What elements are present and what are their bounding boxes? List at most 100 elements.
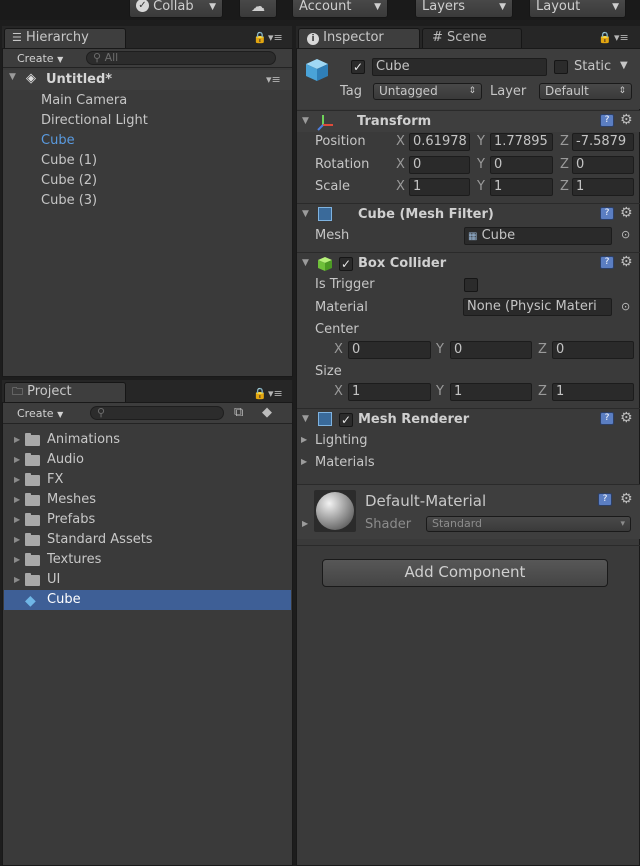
- project-asset-cube[interactable]: ◆ Cube: [4, 590, 291, 610]
- project-folder-standard-assets[interactable]: ▶ Standard Assets: [4, 530, 291, 550]
- gear-icon[interactable]: ⚙: [620, 411, 633, 425]
- rotation-y-field[interactable]: 0: [490, 156, 553, 174]
- tab-inspector[interactable]: i Inspector: [298, 28, 420, 48]
- project-folder-meshes[interactable]: ▶ Meshes: [4, 490, 291, 510]
- account-button[interactable]: Account ▼: [292, 0, 388, 18]
- static-checkbox[interactable]: [554, 60, 568, 74]
- is-trigger-checkbox[interactable]: [464, 278, 478, 292]
- layer-dropdown[interactable]: Default ⇕: [539, 83, 632, 100]
- panel-menu-icon[interactable]: ▾≡: [614, 31, 629, 44]
- object-picker-icon[interactable]: ⊙: [621, 300, 630, 313]
- gear-icon[interactable]: ⚙: [620, 113, 633, 127]
- physic-material-field[interactable]: None (Physic Materi: [463, 298, 612, 316]
- hierarchy-item-cube-2[interactable]: Cube (2): [41, 173, 97, 189]
- rotation-z-field[interactable]: 0: [572, 156, 634, 174]
- center-z-field[interactable]: 0: [552, 341, 634, 359]
- hierarchy-create-button[interactable]: Create ▼: [17, 51, 63, 67]
- mesh-filter-header[interactable]: ▼ Cube (Mesh Filter) ? ⚙: [297, 203, 640, 225]
- active-checkbox[interactable]: ✓: [351, 60, 365, 74]
- lock-icon[interactable]: 🔒: [598, 31, 612, 44]
- static-dropdown-icon[interactable]: ▼: [620, 60, 628, 71]
- mesh-field[interactable]: ▦ Cube: [464, 227, 612, 245]
- position-z-field[interactable]: -7.5879: [572, 133, 634, 151]
- tag-icon[interactable]: ◆: [262, 405, 272, 420]
- hierarchy-item-cube-1[interactable]: Cube (1): [41, 153, 97, 169]
- project-folder-textures[interactable]: ▶ Textures: [4, 550, 291, 570]
- gear-icon[interactable]: ⚙: [620, 206, 633, 220]
- box-collider-header[interactable]: ▼ ✓ Box Collider ? ⚙: [297, 252, 640, 274]
- scale-x-field[interactable]: 1: [409, 178, 470, 196]
- size-x-field[interactable]: 1: [348, 383, 431, 401]
- help-icon[interactable]: ?: [600, 114, 614, 127]
- mesh-renderer-header[interactable]: ▼ ✓ Mesh Renderer ? ⚙: [297, 408, 640, 430]
- center-y-field[interactable]: 0: [450, 341, 532, 359]
- filter-by-type-icon[interactable]: ⧉: [234, 405, 243, 420]
- expand-triangle-icon[interactable]: ▶: [301, 457, 307, 466]
- expand-triangle-icon[interactable]: ▶: [14, 570, 20, 590]
- expand-triangle-icon[interactable]: ▼: [9, 72, 16, 82]
- lock-icon[interactable]: 🔒: [253, 31, 267, 44]
- collapse-triangle-icon[interactable]: ▼: [302, 116, 309, 126]
- rotation-x-field[interactable]: 0: [409, 156, 470, 174]
- expand-triangle-icon[interactable]: ▶: [14, 470, 20, 490]
- transform-header[interactable]: ▼ Transform ? ⚙: [297, 110, 640, 132]
- layout-button[interactable]: Layout ▼: [529, 0, 626, 18]
- expand-triangle-icon[interactable]: ▶: [14, 550, 20, 570]
- layers-button[interactable]: Layers ▼: [415, 0, 513, 18]
- collab-button[interactable]: ✓ Collab ▼: [129, 0, 223, 18]
- object-picker-icon[interactable]: ⊙: [621, 228, 630, 241]
- panel-menu-icon[interactable]: ▾≡: [268, 31, 283, 44]
- tag-dropdown[interactable]: Untagged ⇕: [373, 83, 482, 100]
- expand-triangle-icon[interactable]: ▶: [14, 530, 20, 550]
- gear-icon[interactable]: ⚙: [620, 255, 633, 269]
- lock-icon[interactable]: 🔒: [253, 387, 267, 400]
- add-component-button[interactable]: Add Component: [322, 559, 608, 587]
- scale-z-field[interactable]: 1: [572, 178, 634, 196]
- help-icon[interactable]: ?: [600, 207, 614, 220]
- project-search-input[interactable]: ⚲: [90, 406, 224, 420]
- help-icon[interactable]: ?: [600, 256, 614, 269]
- project-folder-audio[interactable]: ▶ Audio: [4, 450, 291, 470]
- collapse-triangle-icon[interactable]: ▼: [302, 258, 309, 268]
- project-folder-animations[interactable]: ▶ Animations: [4, 430, 291, 450]
- collapse-triangle-icon[interactable]: ▼: [302, 209, 309, 219]
- hierarchy-item-main-camera[interactable]: Main Camera: [41, 93, 127, 109]
- project-folder-fx[interactable]: ▶ FX: [4, 470, 291, 490]
- project-folder-ui[interactable]: ▶ UI: [4, 570, 291, 590]
- shader-dropdown[interactable]: Standard ▾: [426, 516, 631, 532]
- gear-icon[interactable]: ⚙: [620, 492, 633, 506]
- position-x-field[interactable]: 0.61978: [409, 133, 470, 151]
- hierarchy-item-cube-3[interactable]: Cube (3): [41, 193, 97, 209]
- expand-triangle-icon[interactable]: ▶: [14, 430, 20, 450]
- expand-triangle-icon[interactable]: ▶: [301, 435, 307, 444]
- expand-triangle-icon[interactable]: ▶: [14, 510, 20, 530]
- position-y-field[interactable]: 1.77895: [490, 133, 553, 151]
- size-z-field[interactable]: 1: [552, 383, 634, 401]
- mesh-renderer-enabled-checkbox[interactable]: ✓: [339, 413, 353, 427]
- center-x-field[interactable]: 0: [348, 341, 431, 359]
- panel-menu-icon[interactable]: ▾≡: [268, 387, 283, 400]
- materials-foldout[interactable]: ▶ Materials: [301, 455, 501, 473]
- expand-triangle-icon[interactable]: ▶: [302, 519, 308, 528]
- size-y-field[interactable]: 1: [450, 383, 532, 401]
- hierarchy-item-cube[interactable]: Cube: [41, 133, 75, 149]
- lighting-foldout[interactable]: ▶ Lighting: [301, 433, 501, 451]
- collapse-triangle-icon[interactable]: ▼: [302, 414, 309, 424]
- expand-triangle-icon[interactable]: ▶: [14, 450, 20, 470]
- object-name-field[interactable]: Cube: [372, 58, 547, 76]
- project-create-button[interactable]: Create ▼: [17, 406, 63, 422]
- box-collider-enabled-checkbox[interactable]: ✓: [339, 257, 353, 271]
- scale-y-field[interactable]: 1: [490, 178, 553, 196]
- hierarchy-item-directional-light[interactable]: Directional Light: [41, 113, 148, 129]
- help-icon[interactable]: ?: [600, 412, 614, 425]
- tab-scene[interactable]: # Scene: [422, 28, 522, 48]
- cloud-button[interactable]: ☁: [239, 0, 277, 18]
- hierarchy-search-input[interactable]: ⚲ All: [86, 51, 276, 65]
- project-folder-prefabs[interactable]: ▶ Prefabs: [4, 510, 291, 530]
- expand-triangle-icon[interactable]: ▶: [14, 490, 20, 510]
- scene-menu-icon[interactable]: ▾≡: [266, 73, 281, 86]
- tab-project[interactable]: 🗀 Project: [4, 382, 126, 402]
- tab-hierarchy[interactable]: ☰ Hierarchy: [4, 28, 126, 48]
- scene-header[interactable]: ▼ ◈ Untitled* ▾≡: [3, 70, 292, 90]
- help-icon[interactable]: ?: [598, 493, 612, 506]
